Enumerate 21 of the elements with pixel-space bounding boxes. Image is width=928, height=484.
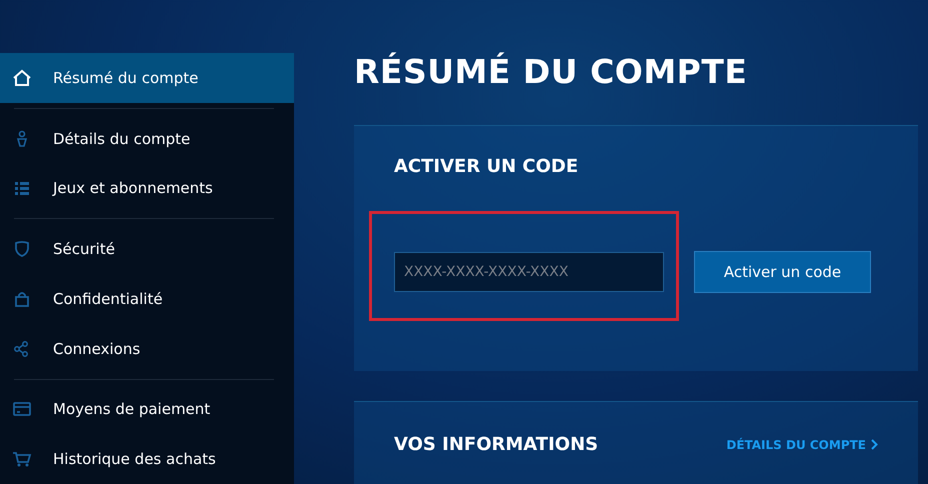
sidebar-item[interactable]: Détails du compte xyxy=(0,114,294,164)
redeem-button[interactable]: Activer un code xyxy=(694,251,871,293)
sidebar-item[interactable]: Confidentialité xyxy=(0,274,294,324)
sidebar-item[interactable]: Connexions xyxy=(0,324,294,374)
card-title: VOS INFORMATIONS xyxy=(394,434,598,455)
card-icon xyxy=(12,400,32,418)
list-icon xyxy=(12,179,32,198)
sidebar-item[interactable]: Sécurité xyxy=(0,224,294,274)
home-icon xyxy=(12,68,32,87)
sidebar-item[interactable]: Jeux et abonnements xyxy=(0,164,294,214)
page-title: RÉSUMÉ DU COMPTE xyxy=(354,52,748,91)
sidebar-item[interactable]: Résumé du compte xyxy=(0,53,294,103)
cart-icon xyxy=(12,450,32,468)
sidebar-item[interactable]: Historique des achats xyxy=(0,434,294,484)
chevron-right-icon xyxy=(871,439,878,450)
code-field[interactable]: XXXX-XXXX-XXXX-XXXX xyxy=(394,252,664,292)
account-details-link[interactable]: DÉTAILS DU COMPTE xyxy=(726,438,878,452)
lock-icon xyxy=(12,290,32,308)
sidebar-item[interactable]: Moyens de paiement xyxy=(0,384,294,434)
shield-icon xyxy=(12,240,32,258)
card-title: ACTIVER UN CODE xyxy=(394,156,580,177)
